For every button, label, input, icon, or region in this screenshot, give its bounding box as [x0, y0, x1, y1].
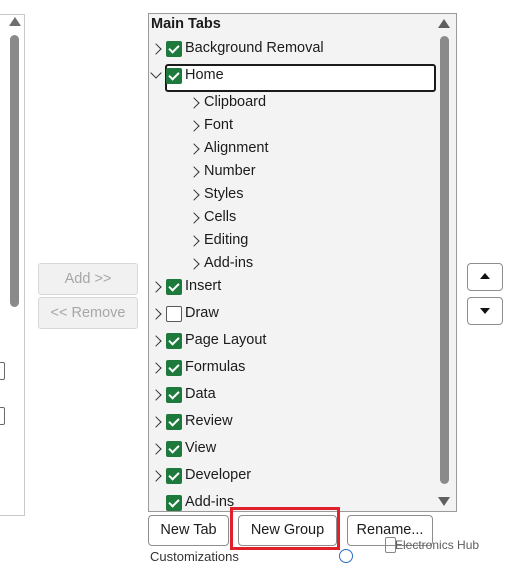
- checkbox-checked-icon[interactable]: [166, 68, 182, 84]
- checkbox-checked-icon[interactable]: [166, 414, 182, 430]
- triangle-down-icon: [480, 308, 490, 314]
- tree-item-label: Home: [185, 67, 224, 83]
- tree-item-label: Developer: [185, 467, 252, 483]
- left-control-edge[interactable]: [0, 362, 5, 380]
- tree-item-label: Font: [204, 117, 234, 133]
- tree-item-label: Cells: [204, 209, 237, 225]
- tree-item-label: Add-ins: [185, 494, 235, 510]
- tree-item-label: Background Removal: [185, 40, 324, 56]
- triangle-up-icon: [480, 273, 490, 279]
- tree-scroll-up-icon[interactable]: [438, 19, 450, 28]
- add-button-label: Add >>: [64, 271, 112, 287]
- new-tab-label: New Tab: [160, 522, 217, 538]
- tree-title: Main Tabs: [151, 16, 221, 32]
- checkbox-unchecked-icon[interactable]: [166, 306, 182, 322]
- move-down-button[interactable]: [467, 297, 503, 325]
- tree-item-label: View: [185, 440, 217, 456]
- tree-item-label: Draw: [185, 305, 219, 321]
- checkbox-checked-icon[interactable]: [166, 41, 182, 57]
- remove-button-label: << Remove: [50, 305, 126, 321]
- left-scroll-up-icon[interactable]: [9, 17, 21, 26]
- checkbox-checked-icon[interactable]: [166, 495, 182, 511]
- move-up-button[interactable]: [467, 263, 503, 291]
- tree-item-label: Styles: [204, 186, 244, 202]
- tree-item-label: Number: [204, 163, 256, 179]
- rename-label: Rename...: [356, 522, 424, 538]
- tree-item-label: Insert: [185, 278, 222, 294]
- tree-item-label: Clipboard: [204, 94, 267, 110]
- info-icon[interactable]: [339, 549, 353, 563]
- left-control-edge[interactable]: [0, 407, 5, 425]
- remove-button[interactable]: << Remove: [38, 297, 138, 329]
- checkbox-checked-icon[interactable]: [166, 441, 182, 457]
- checkbox-checked-icon[interactable]: [166, 387, 182, 403]
- tree-item-label: Page Layout: [185, 332, 267, 348]
- checkbox-checked-icon[interactable]: [166, 360, 182, 376]
- tree-item-label: Review: [185, 413, 233, 429]
- checkbox-checked-icon[interactable]: [166, 279, 182, 295]
- tree-item-label: Alignment: [204, 140, 269, 156]
- add-button[interactable]: Add >>: [38, 263, 138, 295]
- watermark-text: Electronics Hub: [395, 538, 480, 552]
- new-tab-button[interactable]: New Tab: [148, 515, 229, 546]
- tree-item-label: Editing: [204, 232, 249, 248]
- tree-scroll-thumb[interactable]: [440, 36, 449, 484]
- checkbox-checked-icon[interactable]: [166, 468, 182, 484]
- tree-item-label: Data: [185, 386, 216, 402]
- tree-item-label: Add-ins: [204, 255, 254, 271]
- left-scroll-thumb[interactable]: [10, 35, 19, 307]
- tree-item-label: Formulas: [185, 359, 246, 375]
- highlight-annotation-box: [230, 507, 340, 550]
- tree-scroll-down-icon[interactable]: [438, 497, 450, 506]
- checkbox-checked-icon[interactable]: [166, 333, 182, 349]
